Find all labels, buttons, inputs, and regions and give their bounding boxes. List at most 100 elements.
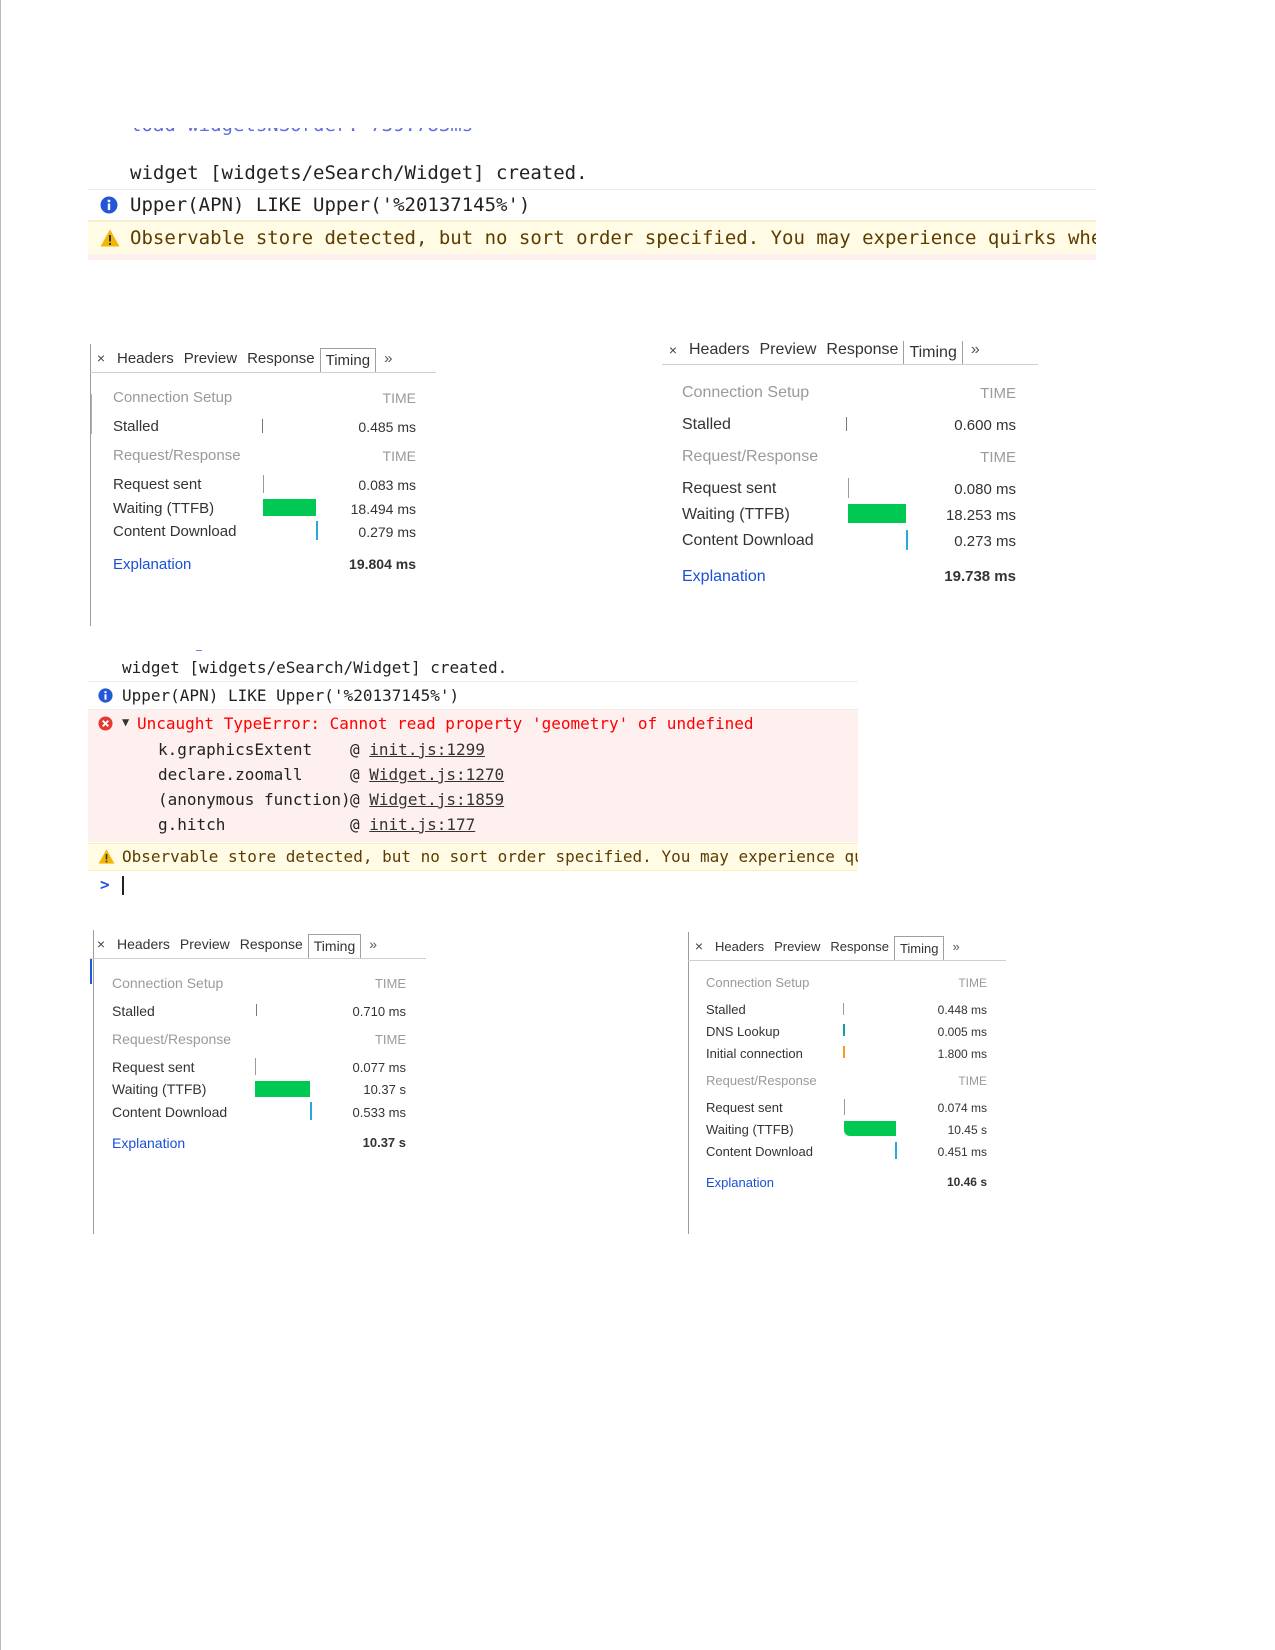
console-input-caret[interactable] <box>122 876 124 895</box>
timing-panel-1: × Headers Preview Response Timing » Conn… <box>90 344 436 626</box>
stack-frame: declare.zoomall <box>158 765 303 784</box>
tab-timing[interactable]: Timing <box>893 936 945 960</box>
stalled-label: Stalled <box>706 1002 746 1017</box>
connection-setup-header: Connection Setup <box>112 975 224 991</box>
request-response-header: Request/Response <box>706 1073 817 1088</box>
stack-link[interactable]: Widget.js:1270 <box>369 765 504 784</box>
console-info-text: Upper(APN) LIKE Upper('%20137145%') <box>130 194 531 216</box>
panel-tab-bar: × Headers Preview Response Timing » <box>90 344 436 373</box>
console-log-2: widget [widgets/eSearch/Widget] created.… <box>88 650 858 900</box>
console-info-text: Upper(APN) LIKE Upper('%20137145%') <box>122 686 460 705</box>
explanation-link[interactable]: Explanation <box>112 1135 185 1151</box>
tab-preview[interactable]: Preview <box>754 341 821 359</box>
panel-tab-bar: × Headers Preview Response Timing » <box>688 932 1006 961</box>
content-download-value: 0.273 ms <box>954 533 1016 550</box>
more-tabs-icon[interactable]: » <box>376 350 400 367</box>
tab-preview[interactable]: Preview <box>769 939 825 954</box>
tab-preview[interactable]: Preview <box>175 936 235 952</box>
more-tabs-icon[interactable]: » <box>963 341 988 359</box>
timing-panel-3: × Headers Preview Response Timing » Conn… <box>90 930 426 1234</box>
stack-link[interactable]: Widget.js:1859 <box>369 790 504 809</box>
tab-headers[interactable]: Headers <box>112 936 175 952</box>
request-response-header: Request/Response <box>682 448 819 465</box>
request-sent-bar <box>844 1099 845 1115</box>
timing-panel-2: × Headers Preview Response Timing » Conn… <box>662 336 1038 596</box>
request-sent-label: Request sent <box>706 1100 783 1115</box>
request-response-header: Request/Response <box>112 1031 232 1047</box>
total-time: 19.738 ms <box>944 568 1016 585</box>
ttfb-label: Waiting (TTFB) <box>112 1081 207 1097</box>
request-response-header: Request/Response <box>113 447 241 464</box>
stalled-value: 0.710 ms <box>352 1004 406 1019</box>
tab-headers[interactable]: Headers <box>684 341 754 359</box>
content-download-value: 0.279 ms <box>358 524 416 540</box>
stack-link[interactable]: init.js:1299 <box>369 740 485 759</box>
console-log-1: load widgetsNSOrder: 739.783ms widget [w… <box>88 128 1096 264</box>
console-widget-text: widget [widgets/eSearch/Widget] created. <box>122 658 508 677</box>
tab-timing[interactable]: Timing <box>307 934 362 958</box>
ttfb-value: 10.45 s <box>947 1123 987 1137</box>
panel-border <box>93 930 94 1234</box>
expand-triangle-icon[interactable]: ▼ <box>122 715 129 729</box>
console-widget-row: widget [widgets/eSearch/Widget] created. <box>88 157 1096 190</box>
stack-at: @ init.js:177 <box>350 815 476 834</box>
dns-lookup-value: 0.005 ms <box>937 1025 987 1039</box>
console-widget-row: widget [widgets/eSearch/Widget] created. <box>88 655 858 682</box>
content-download-bar <box>906 530 908 550</box>
console-cut-text: load widgetsNSOrder: 739.783ms <box>130 128 473 136</box>
close-icon[interactable]: × <box>90 350 112 366</box>
info-icon <box>100 196 118 214</box>
stalled-bar <box>262 419 263 433</box>
stack-at: @ Widget.js:1270 <box>350 765 505 784</box>
tab-preview[interactable]: Preview <box>179 350 242 367</box>
more-tabs-icon[interactable]: » <box>361 936 385 952</box>
ttfb-value: 18.253 ms <box>945 507 1016 524</box>
console-error-text: Uncaught TypeError: Cannot read property… <box>137 714 754 733</box>
stalled-bar <box>846 417 847 431</box>
close-icon[interactable]: × <box>688 938 710 954</box>
explanation-link[interactable]: Explanation <box>706 1175 774 1190</box>
content-download-bar <box>895 1142 897 1159</box>
tab-response[interactable]: Response <box>242 350 320 367</box>
content-download-label: Content Download <box>113 523 237 540</box>
ttfb-bar <box>263 499 316 516</box>
tab-timing[interactable]: Timing <box>319 348 377 372</box>
stalled-value: 0.600 ms <box>954 417 1016 434</box>
console-warning-text: Observable store detected, but no sort o… <box>130 227 1096 249</box>
tab-response[interactable]: Response <box>825 939 894 954</box>
stack-function: (anonymous function) <box>158 790 351 809</box>
initial-connection-value: 1.800 ms <box>937 1047 987 1061</box>
request-sent-bar <box>255 1058 256 1075</box>
explanation-link[interactable]: Explanation <box>682 568 766 586</box>
content-download-value: 0.451 ms <box>937 1145 987 1159</box>
request-sent-label: Request sent <box>112 1059 195 1075</box>
console-widget-text: widget [widgets/eSearch/Widget] created. <box>130 162 588 184</box>
time-header: TIME <box>980 385 1016 402</box>
tab-response[interactable]: Response <box>821 341 903 359</box>
rr-time-header: TIME <box>958 1074 987 1088</box>
stalled-value: 0.485 ms <box>358 419 416 435</box>
close-icon[interactable]: × <box>662 342 684 358</box>
more-tabs-icon[interactable]: » <box>944 939 967 954</box>
explanation-link[interactable]: Explanation <box>113 556 191 573</box>
close-icon[interactable]: × <box>90 936 112 952</box>
timing-panel-4: × Headers Preview Response Timing » Conn… <box>688 932 1006 1234</box>
dns-lookup-bar <box>843 1024 845 1036</box>
tab-timing[interactable]: Timing <box>903 340 963 364</box>
stalled-label: Stalled <box>112 1003 155 1019</box>
console-prompt-row[interactable]: > <box>88 872 858 898</box>
ttfb-bar <box>255 1081 310 1097</box>
warning-icon <box>98 849 115 864</box>
ttfb-value: 10.37 s <box>363 1082 406 1097</box>
panel-border-accent <box>91 394 92 434</box>
stack-function: g.hitch <box>158 815 226 834</box>
tab-response[interactable]: Response <box>235 936 308 952</box>
stack-link[interactable]: init.js:177 <box>369 815 475 834</box>
tab-headers[interactable]: Headers <box>112 350 179 367</box>
warning-icon <box>100 229 120 247</box>
tab-headers[interactable]: Headers <box>710 939 769 954</box>
connection-setup-header: Connection Setup <box>682 384 810 401</box>
initial-connection-label: Initial connection <box>706 1046 803 1061</box>
content-download-label: Content Download <box>706 1144 813 1159</box>
total-time: 10.37 s <box>362 1135 406 1150</box>
